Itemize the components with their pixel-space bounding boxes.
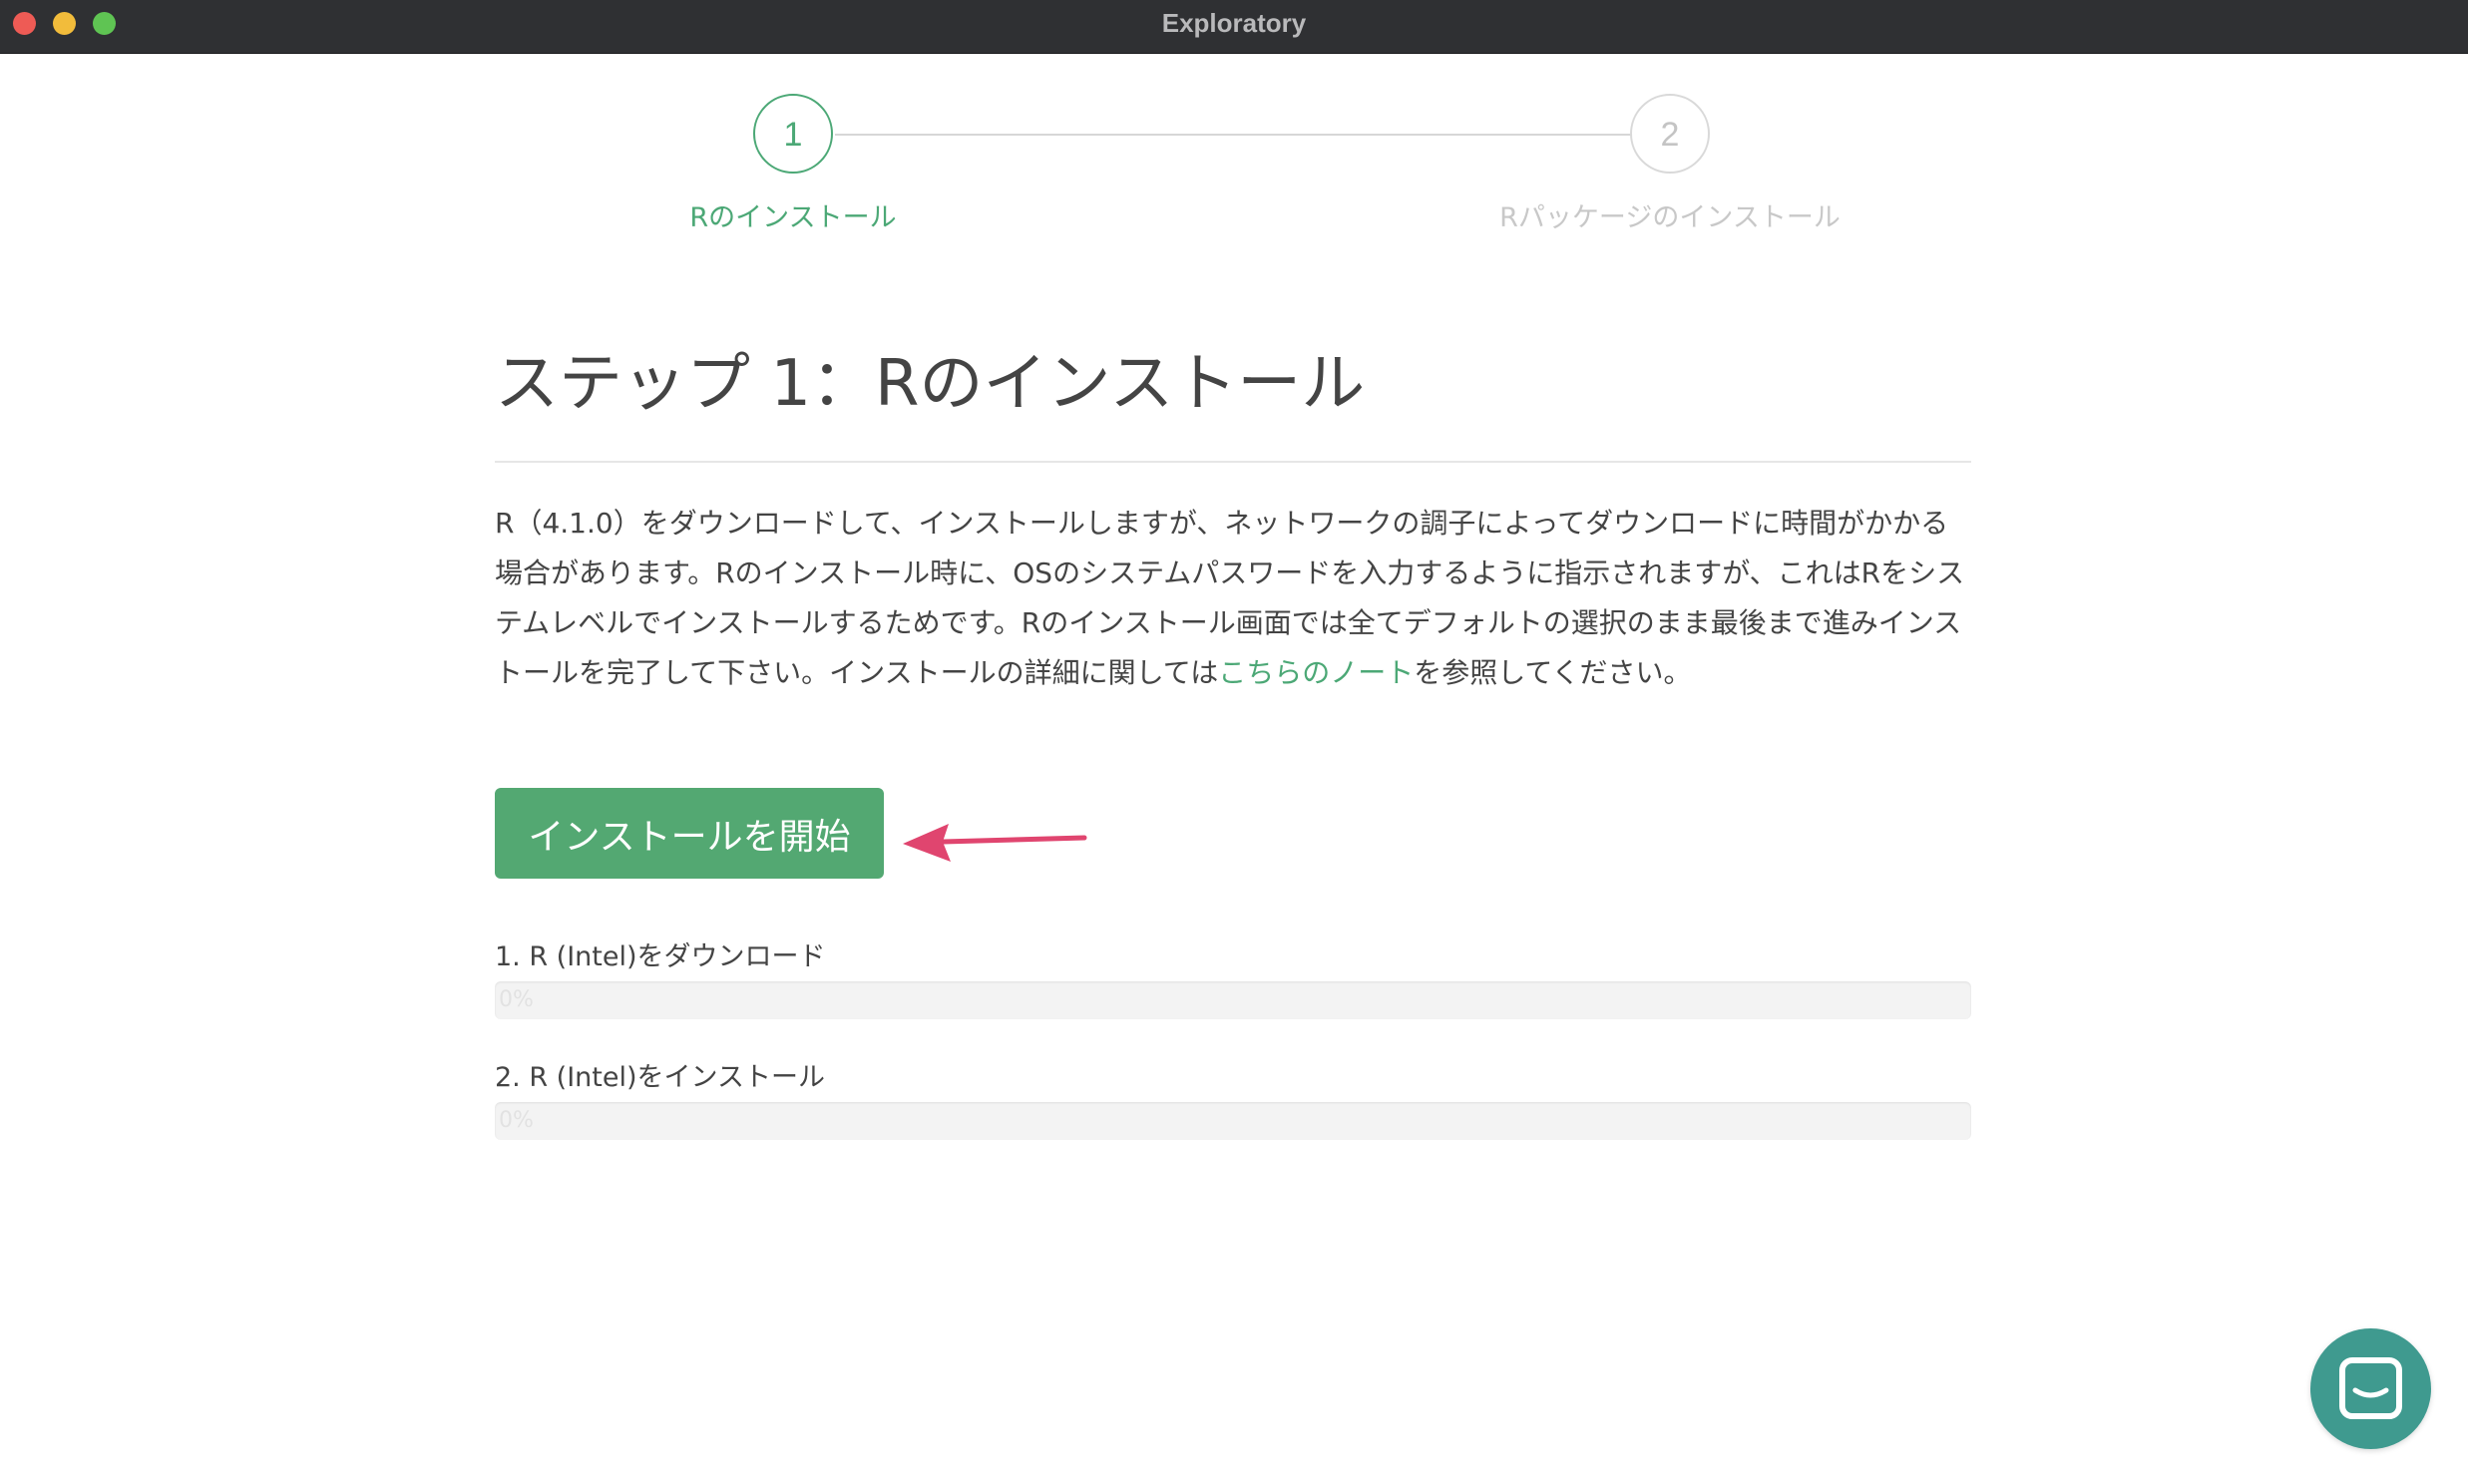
- title-bar: Exploratory: [0, 0, 2468, 54]
- page-heading: ステップ 1：Rのインストール: [495, 329, 1971, 463]
- arrow-left-icon: [903, 824, 1087, 862]
- step-2-circle: 2: [1630, 94, 1710, 174]
- description: R（4.1.0）をダウンロードして、インストールしますが、ネットワークの調子によ…: [495, 499, 1971, 698]
- step-1-circle: 1: [753, 94, 833, 174]
- download-progress-label: 1. R (Intel)をダウンロード: [495, 941, 826, 972]
- description-text-end: を参照してください。: [1414, 656, 1692, 689]
- chat-launcher-button[interactable]: [2310, 1328, 2431, 1449]
- main-content: ステップ 1：Rのインストール R（4.1.0）をダウンロードして、インストール…: [495, 329, 1971, 1140]
- install-progress: 2. R (Intel)をインストール 0%: [495, 1058, 1971, 1140]
- install-progress-label: 2. R (Intel)をインストール: [495, 1062, 825, 1093]
- step-2-label: Rパッケージのインストール: [1499, 202, 1841, 233]
- window-title: Exploratory: [1161, 8, 1307, 38]
- stepper-connector: [835, 134, 1633, 136]
- install-progress-percent: 0%: [499, 1108, 534, 1133]
- download-progress: 1. R (Intel)をダウンロード 0%: [495, 937, 1971, 1019]
- install-progress-bar: 0%: [495, 1102, 1971, 1140]
- notes-link[interactable]: こちらのノート: [1218, 656, 1414, 689]
- step-1-label: Rのインストール: [689, 202, 897, 233]
- start-install-button[interactable]: インストールを開始: [495, 788, 884, 879]
- chat-icon: [2339, 1357, 2402, 1419]
- app-window: Exploratory 1 2 Rのインストール Rパッケージのインストール ス…: [0, 0, 2468, 1484]
- download-progress-percent: 0%: [499, 987, 534, 1012]
- download-progress-bar: 0%: [495, 981, 1971, 1019]
